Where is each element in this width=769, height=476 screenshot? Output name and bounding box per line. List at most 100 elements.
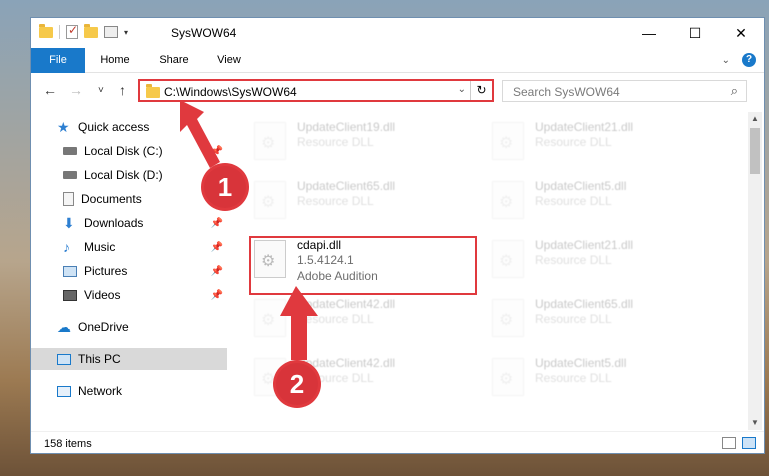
music-icon: ♪ xyxy=(63,239,70,255)
toolbar-divider xyxy=(59,25,60,39)
list-item[interactable]: UpdateClient21.dll Resource DLL xyxy=(487,116,707,168)
arrow-1-shape xyxy=(180,100,220,168)
item-count: 158 items xyxy=(44,438,92,450)
vertical-scrollbar[interactable]: ▲ ▼ xyxy=(748,112,762,430)
properties-check-icon[interactable] xyxy=(66,23,78,39)
sidebar-item-documents[interactable]: Documents 📌 xyxy=(31,188,227,210)
file-name: UpdateClient5.dll xyxy=(535,356,627,370)
scroll-down-icon[interactable]: ▼ xyxy=(748,416,762,430)
sidebar-item-label: Quick access xyxy=(78,120,150,134)
file-name: UpdateClient65.dll xyxy=(297,179,396,193)
tab-view[interactable]: View xyxy=(211,48,247,73)
file-explorer-window: ▾ SysWOW64 — ☐ ✕ File Home Share View ⌄ … xyxy=(30,17,765,454)
sidebar-item-onedrive[interactable]: ☁ OneDrive xyxy=(31,316,227,338)
file-name: UpdateClient21.dll xyxy=(535,238,634,252)
sidebar-item-label: Pictures xyxy=(84,264,128,278)
sidebar-item-network[interactable]: Network xyxy=(31,380,227,402)
new-folder-icon[interactable] xyxy=(84,23,98,38)
up-button[interactable]: ↑ xyxy=(119,82,126,98)
tab-home[interactable]: Home xyxy=(95,48,135,73)
dll-file-icon xyxy=(492,181,524,219)
dll-file-icon xyxy=(492,358,524,396)
sidebar-item-label: Downloads xyxy=(84,216,144,230)
ribbon-right-controls: ⌄ ? xyxy=(722,53,756,67)
sidebar-item-downloads[interactable]: ⬇ Downloads 📌 xyxy=(31,212,227,234)
list-item[interactable]: UpdateClient65.dll Resource DLL xyxy=(487,293,707,345)
chevron-down-icon[interactable]: ⌄ xyxy=(722,55,730,66)
list-item[interactable]: UpdateClient5.dll Resource DLL xyxy=(487,352,707,404)
sidebar-item-videos[interactable]: Videos 📌 xyxy=(31,284,227,306)
tab-share[interactable]: Share xyxy=(153,48,195,73)
sidebar-item-label: Network xyxy=(78,384,123,398)
dll-file-icon xyxy=(254,122,286,160)
sidebar-item-label: Local Disk (D:) xyxy=(84,168,163,182)
window-title: SysWOW64 xyxy=(171,26,237,40)
help-icon[interactable]: ? xyxy=(742,53,756,67)
file-description: Resource DLL xyxy=(535,135,612,149)
chevron-down-icon[interactable]: ⌄ xyxy=(458,84,466,95)
file-description: Resource DLL xyxy=(535,194,612,208)
dll-file-icon xyxy=(492,240,524,278)
pin-icon[interactable]: 📌 xyxy=(211,290,223,301)
file-name: UpdateClient19.dll xyxy=(297,120,396,134)
sidebar-item-label: OneDrive xyxy=(78,320,129,334)
minimize-button[interactable]: — xyxy=(626,18,672,48)
file-description: Resource DLL xyxy=(297,194,374,208)
file-description: Resource DLL xyxy=(535,253,612,267)
drive-icon xyxy=(63,147,77,155)
large-icons-view-icon[interactable] xyxy=(742,437,756,449)
list-item[interactable]: UpdateClient5.dll Resource DLL xyxy=(487,175,707,227)
close-button[interactable]: ✕ xyxy=(718,18,764,48)
file-name: UpdateClient5.dll xyxy=(535,179,627,193)
pin-icon[interactable]: 📌 xyxy=(211,266,223,277)
customize-toolbar-icon[interactable] xyxy=(104,26,118,38)
callout-arrow-2 xyxy=(280,286,318,360)
scroll-up-icon[interactable]: ▲ xyxy=(748,112,762,126)
file-description: Resource DLL xyxy=(535,312,612,326)
sidebar-item-music[interactable]: ♪ Music 📌 xyxy=(31,236,227,258)
navigation-bar: ← → ˅ ↑ C:\Windows\SysWOW64 ⌄ ↻ Search S… xyxy=(31,74,764,108)
star-icon: ★ xyxy=(57,119,70,135)
recent-locations-button[interactable]: ˅ xyxy=(98,85,104,96)
quick-access-toolbar: ▾ xyxy=(39,23,128,39)
step-2-badge: 2 xyxy=(276,363,318,405)
network-icon xyxy=(57,385,71,397)
scroll-thumb[interactable] xyxy=(750,128,760,174)
pictures-icon xyxy=(63,265,77,277)
sidebar-item-label: This PC xyxy=(78,352,121,366)
sidebar-item-pictures[interactable]: Pictures 📌 xyxy=(31,260,227,282)
sidebar-item-label: Music xyxy=(84,240,116,254)
dll-file-icon xyxy=(254,181,286,219)
list-item[interactable]: UpdateClient21.dll Resource DLL xyxy=(487,234,707,286)
list-item[interactable]: UpdateClient65.dll Resource DLL xyxy=(249,175,469,227)
file-name: UpdateClient21.dll xyxy=(535,120,634,134)
cloud-icon: ☁ xyxy=(57,319,71,335)
search-icon[interactable]: ⌕ xyxy=(731,83,738,99)
search-box[interactable]: Search SysWOW64 ⌕ xyxy=(502,80,747,102)
refresh-icon[interactable]: ↻ xyxy=(470,81,492,100)
status-bar: 158 items xyxy=(31,431,764,455)
pin-icon[interactable]: 📌 xyxy=(211,242,223,253)
details-view-icon[interactable] xyxy=(722,437,736,449)
sidebar-item-label: Local Disk (C:) xyxy=(84,144,163,158)
folder-icon xyxy=(39,23,53,38)
forward-button[interactable]: → xyxy=(69,82,83,98)
download-icon: ⬇ xyxy=(63,215,75,231)
file-name: UpdateClient65.dll xyxy=(535,297,634,311)
title-bar: ▾ SysWOW64 — ☐ ✕ xyxy=(31,18,764,48)
computer-icon xyxy=(57,353,71,365)
back-button[interactable]: ← xyxy=(43,82,57,98)
view-toggle xyxy=(722,437,756,449)
search-input[interactable]: Search SysWOW64 xyxy=(513,85,620,99)
list-item[interactable]: UpdateClient19.dll Resource DLL xyxy=(249,116,469,168)
ribbon-tabs: File Home Share View ⌄ ? xyxy=(31,48,764,73)
tab-file[interactable]: File xyxy=(31,48,85,73)
dll-file-icon xyxy=(492,299,524,337)
pin-icon[interactable]: 📌 xyxy=(211,218,223,229)
sidebar-item-this-pc[interactable]: This PC xyxy=(31,348,227,370)
file-description: Resource DLL xyxy=(297,135,374,149)
maximize-button[interactable]: ☐ xyxy=(672,18,718,48)
folder-icon xyxy=(146,84,160,98)
chevron-down-icon[interactable]: ▾ xyxy=(124,28,128,37)
dll-file-icon xyxy=(492,122,524,160)
